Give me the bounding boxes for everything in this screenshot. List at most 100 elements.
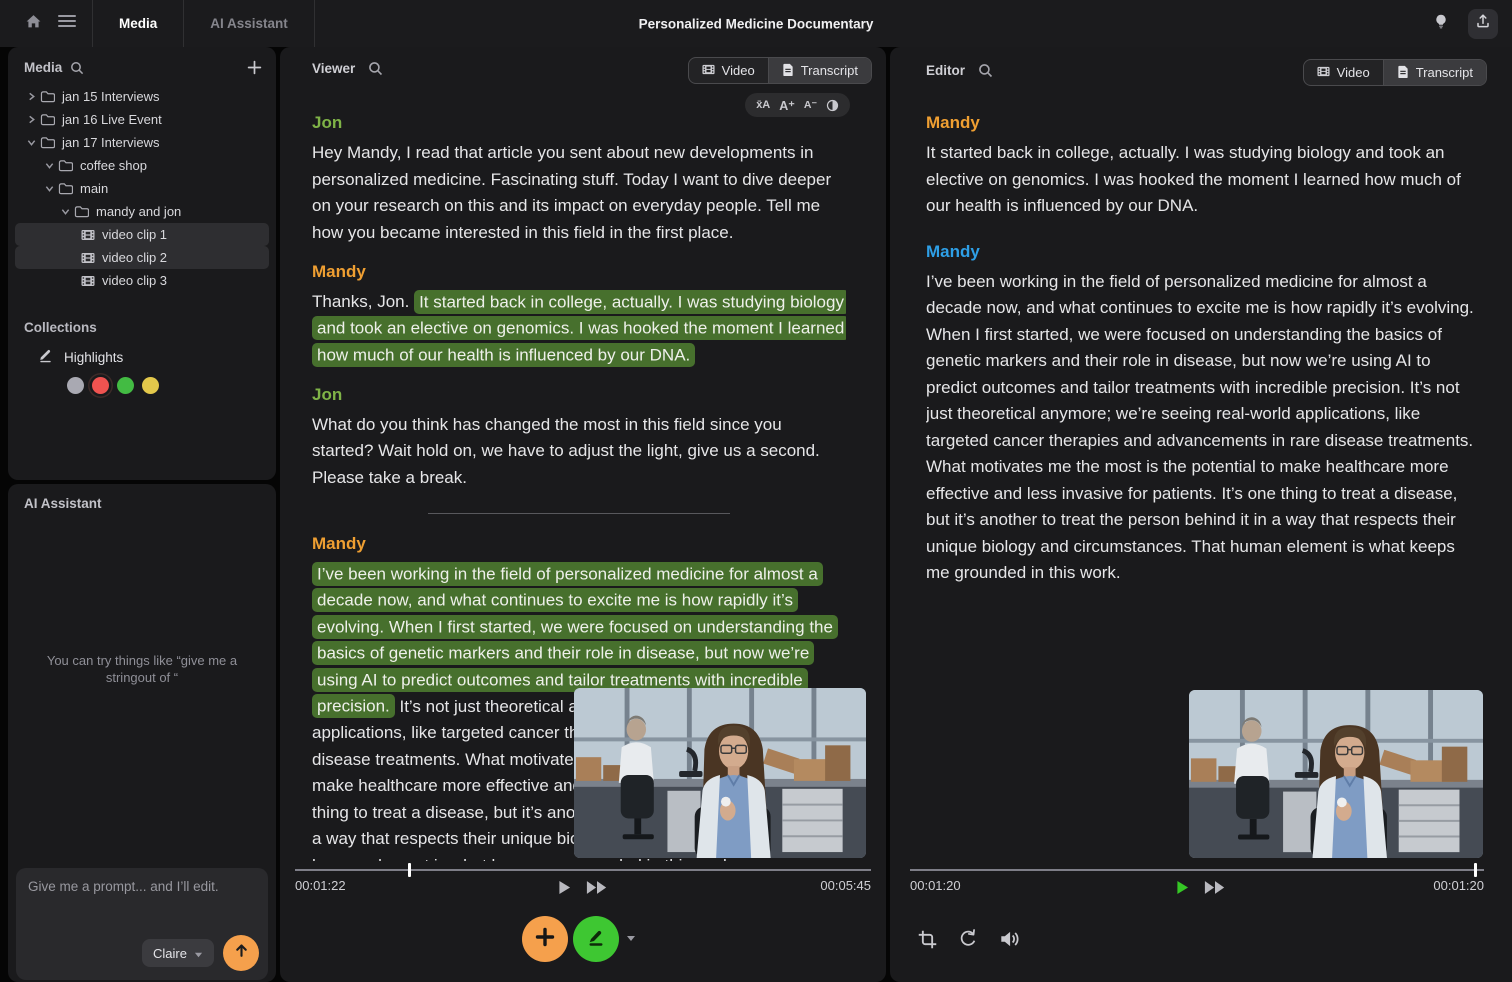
viewer-transport-controls (558, 880, 608, 895)
transcript-text[interactable]: What do you think has changed the most i… (312, 415, 820, 487)
chevron-down-icon[interactable] (58, 207, 72, 216)
tree-folder-main[interactable]: main (15, 177, 269, 200)
ai-panel-title: AI Assistant (24, 496, 102, 511)
film-clip-icon (81, 252, 95, 264)
transcript-text[interactable]: Thanks, Jon. (312, 292, 414, 311)
editor-playhead[interactable] (1474, 863, 1477, 877)
viewer-title: Viewer (312, 61, 355, 76)
voice-select-button[interactable]: Claire (142, 939, 214, 967)
viewer-toggle-transcript[interactable]: Transcript (768, 58, 871, 83)
chevron-right-icon[interactable] (24, 92, 38, 101)
top-bar: Media AI Assistant Personalized Medicine… (0, 0, 1512, 47)
viewer-search-icon[interactable] (368, 61, 383, 76)
tab-ai-assistant[interactable]: AI Assistant (184, 0, 314, 47)
highlight-dot-3[interactable] (142, 377, 159, 394)
play-icon-active[interactable] (1176, 880, 1189, 895)
ai-prompt-input[interactable] (28, 879, 256, 894)
highlight-dot-0[interactable] (67, 377, 84, 394)
media-search-icon[interactable] (70, 61, 84, 75)
viewer-timeline-scrubber[interactable] (295, 869, 871, 871)
main-menu-button[interactable] (50, 7, 84, 41)
tree-clip-video-clip-3[interactable]: video clip 3 (15, 269, 269, 292)
play-icon[interactable] (558, 880, 571, 895)
chevron-down-icon[interactable] (42, 184, 56, 193)
toggle-label: Video (722, 63, 755, 78)
highlighter-pen-icon (38, 347, 53, 368)
crop-icon[interactable] (917, 929, 938, 950)
transcript-paragraph[interactable]: What do you think has changed the most i… (312, 412, 846, 492)
transcript-text[interactable]: It started back in college, actually. I … (926, 143, 1461, 215)
tree-folder-jan16[interactable]: jan 16 Live Event (15, 108, 269, 131)
ai-send-button[interactable] (223, 935, 259, 971)
highlight-dot-1[interactable] (92, 377, 109, 394)
tree-clip-video-clip-2[interactable]: video clip 2 (15, 246, 269, 269)
tab-media[interactable]: Media (93, 0, 183, 47)
transcript-paragraph[interactable]: Thanks, Jon. It started back in college,… (312, 289, 846, 369)
highlight-color-dots (67, 377, 276, 394)
folder-icon (40, 113, 55, 126)
viewer-toggle-video[interactable]: Video (689, 58, 768, 83)
transcript-paragraph[interactable]: Hey Mandy, I read that article you sent … (312, 140, 846, 246)
editor-title: Editor (926, 63, 965, 78)
chevron-down-icon (194, 946, 203, 961)
collection-highlights[interactable]: Highlights (38, 347, 276, 368)
tree-folder-coffee-shop[interactable]: coffee shop (15, 154, 269, 177)
editor-view-toggle: Video Transcript (1303, 59, 1487, 86)
fast-forward-icon[interactable] (586, 880, 608, 895)
film-icon (702, 63, 715, 79)
tree-label: jan 17 Interviews (62, 135, 160, 150)
document-icon (782, 63, 794, 79)
plus-icon (534, 926, 556, 953)
lightbulb-icon (1433, 13, 1449, 35)
tree-folder-jan15[interactable]: jan 15 Interviews (15, 85, 269, 108)
editor-current-time: 00:01:20 (910, 878, 961, 893)
ai-hint-text: You can try things like “give me a strin… (38, 652, 246, 686)
collections-section: Collections Highlights (8, 320, 276, 394)
retake-icon[interactable] (957, 928, 979, 950)
tips-button[interactable] (1424, 7, 1458, 41)
highlight-button[interactable] (573, 916, 619, 962)
highlight-options-caret[interactable] (626, 935, 636, 942)
tree-clip-video-clip-1[interactable]: video clip 1 (15, 223, 269, 246)
speaker-label-mandy: Mandy (312, 534, 846, 554)
editor-search-icon[interactable] (978, 63, 993, 78)
editor-video-thumbnail[interactable] (1189, 690, 1483, 858)
export-button[interactable] (1468, 9, 1498, 39)
ai-assistant-panel: AI Assistant You can try things like “gi… (8, 484, 276, 982)
toggle-label: Transcript (1416, 65, 1473, 80)
editor-toggle-video[interactable]: Video (1304, 60, 1383, 85)
folder-icon (58, 159, 73, 172)
add-to-timeline-button[interactable] (522, 916, 568, 962)
editor-tools (917, 928, 1020, 950)
tree-folder-mandy-and-jon[interactable]: mandy and jon (15, 200, 269, 223)
transcript-text[interactable]: Hey Mandy, I read that article you sent … (312, 143, 831, 242)
volume-icon[interactable] (998, 928, 1020, 950)
home-button[interactable] (16, 7, 50, 41)
film-clip-icon (81, 229, 95, 241)
speaker-label-jon: Jon (312, 385, 846, 405)
tree-label: jan 15 Interviews (62, 89, 160, 104)
folder-icon (74, 205, 89, 218)
highlight-dot-2[interactable] (117, 377, 134, 394)
editor-toggle-transcript[interactable]: Transcript (1383, 60, 1486, 85)
fast-forward-icon[interactable] (1204, 880, 1226, 895)
sidebar: Media jan 15 Interviews jan 16 Live Eve (8, 47, 276, 982)
transcript-paragraph[interactable]: I’ve been working in the field of person… (926, 269, 1478, 587)
transcript-paragraph[interactable]: It started back in college, actually. I … (926, 140, 1478, 220)
add-media-button[interactable] (247, 60, 262, 75)
collections-title: Collections (8, 320, 276, 335)
document-icon (1397, 65, 1409, 81)
toggle-label: Video (1337, 65, 1370, 80)
chevron-down-icon[interactable] (42, 161, 56, 170)
chevron-down-icon[interactable] (24, 138, 38, 147)
folder-icon (40, 136, 55, 149)
chevron-right-icon[interactable] (24, 115, 38, 124)
transcript-text[interactable]: I’ve been working in the field of person… (926, 272, 1474, 583)
editor-transport-controls (1176, 880, 1226, 895)
viewer-current-time: 00:01:22 (295, 878, 346, 893)
viewer-playhead[interactable] (408, 863, 411, 877)
viewer-video-thumbnail[interactable] (574, 688, 866, 858)
editor-timeline-scrubber[interactable] (910, 869, 1484, 871)
tree-folder-jan17[interactable]: jan 17 Interviews (15, 131, 269, 154)
tree-label: coffee shop (80, 158, 147, 173)
